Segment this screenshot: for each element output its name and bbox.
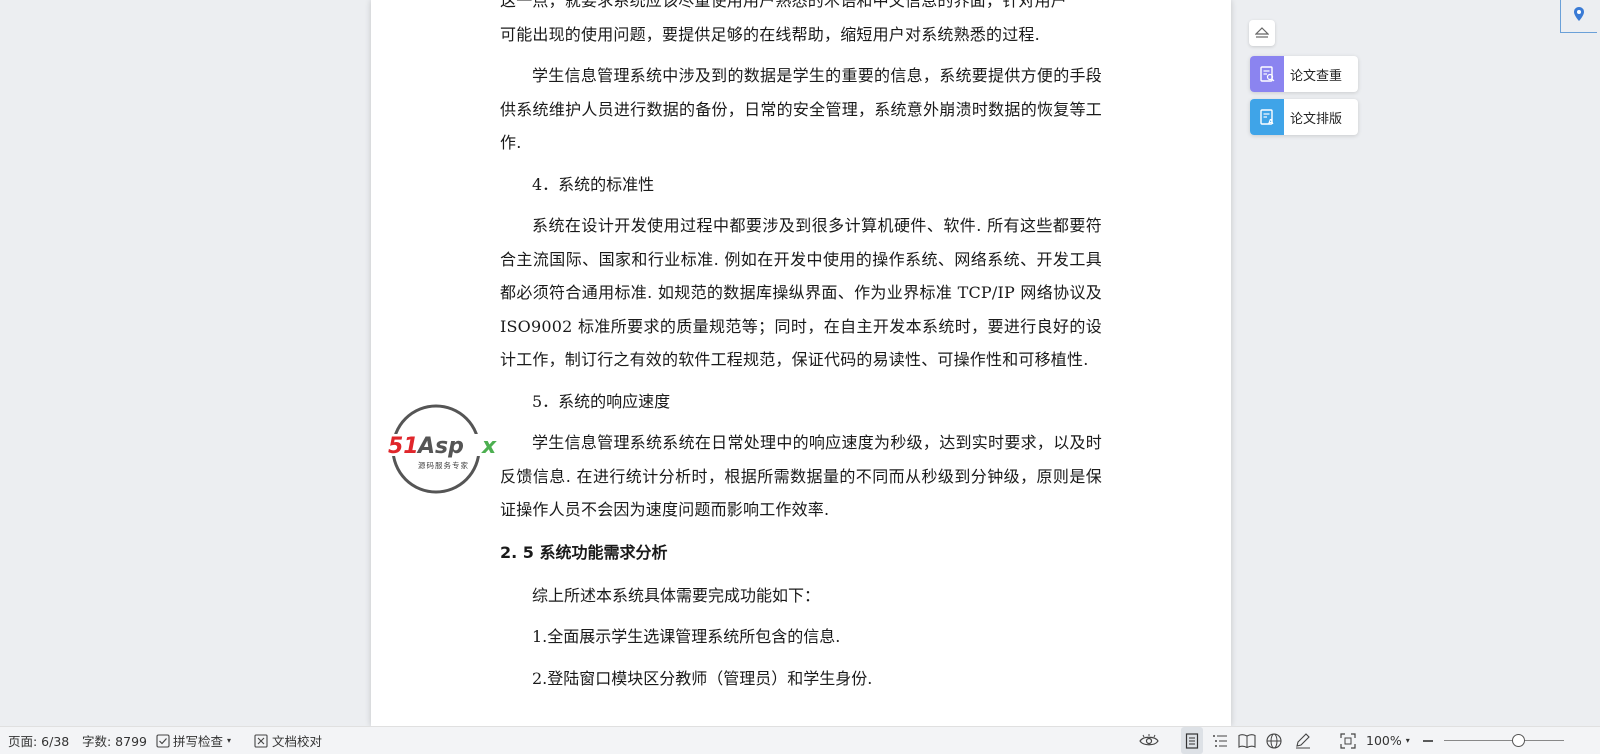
status-bar: 页面: 6/38 字数: 8799 拼写检查 ▾ 文档校对 100% ▾ xyxy=(0,726,1600,754)
paragraph-usability: 这一点，就要求系统应该尽量使用用户熟悉的术语和中文信息的界面，针对用户 可能出现… xyxy=(500,0,1102,51)
proofread-label: 文档校对 xyxy=(272,734,323,749)
svg-text:A: A xyxy=(1268,118,1274,126)
svg-text:x: x xyxy=(481,434,497,459)
paragraph-summary: 综上所述本系统具体需要完成功能如下： xyxy=(532,585,821,605)
outline-view-button[interactable] xyxy=(1212,727,1228,754)
paper-check-button[interactable]: 论文查重 xyxy=(1250,56,1358,92)
location-pin-icon xyxy=(1573,6,1585,26)
paper-format-label: 论文排版 xyxy=(1290,111,1343,127)
write-mode-button[interactable] xyxy=(1294,727,1312,754)
list-item: 2.登陆窗口模块区分教师（管理员）和学生身份. xyxy=(532,668,873,688)
paper-format-icon: A xyxy=(1250,99,1284,135)
document-page[interactable]: 这一点，就要求系统应该尽量使用用户熟悉的术语和中文信息的界面，针对用户 可能出现… xyxy=(371,0,1231,726)
spell-check-label: 拼写检查 xyxy=(173,734,224,749)
fit-page-button[interactable] xyxy=(1340,727,1356,754)
fit-screen-icon xyxy=(1340,732,1356,749)
page-indicator[interactable]: 页面: 6/38 xyxy=(8,727,69,754)
list-item: 1.全面展示学生选课管理系统所包含的信息. xyxy=(532,627,841,646)
eye-icon xyxy=(1139,733,1159,748)
minus-icon xyxy=(1422,735,1434,747)
proofread-icon xyxy=(254,733,268,748)
eject-icon xyxy=(1254,24,1270,43)
paragraph-speed: 学生信息管理系统系统在日常处理中的响应速度为秒级，达到实时要求，以及时反馈信息.… xyxy=(500,433,1102,519)
spell-check-button[interactable]: 拼写检查 ▾ xyxy=(156,727,231,754)
zoom-level-dropdown[interactable]: 100% ▾ xyxy=(1366,727,1410,754)
document-body[interactable]: 这一点，就要求系统应该尽量使用用户熟悉的术语和中文信息的界面，针对用户 可能出现… xyxy=(500,0,1102,695)
paper-check-icon xyxy=(1250,56,1284,92)
watermark-logo: 51 Asp x 源码服务专家 xyxy=(388,404,518,496)
zoom-slider-handle[interactable] xyxy=(1512,734,1525,747)
web-view-button[interactable] xyxy=(1266,727,1282,754)
paragraph-backup: 学生信息管理系统中涉及到的数据是学生的重要的信息，系统要提供方便的手段供系统维护… xyxy=(500,66,1102,152)
svg-text:Asp: Asp xyxy=(416,434,464,459)
reading-view-button[interactable] xyxy=(1238,727,1256,754)
paragraph-line: 可能出现的使用问题，要提供足够的在线帮助，缩短用户对系统熟悉的过程. xyxy=(500,24,1040,44)
heading-standard: 4．系统的标准性 xyxy=(532,174,655,194)
paper-format-button[interactable]: A 论文排版 xyxy=(1250,99,1358,135)
location-pin-button[interactable] xyxy=(1560,0,1597,33)
heading-response-speed: 5．系统的响应速度 xyxy=(532,391,671,411)
zoom-slider-track[interactable] xyxy=(1444,740,1564,741)
page-view-icon xyxy=(1185,732,1199,749)
zoom-out-button[interactable] xyxy=(1422,727,1434,754)
section-title: 2. 5 系统功能需求分析 xyxy=(500,542,668,562)
book-icon xyxy=(1238,733,1256,748)
globe-icon xyxy=(1266,732,1282,749)
zoom-level: 100% xyxy=(1366,733,1402,748)
watermark-tagline: 源码服务专家 xyxy=(418,461,469,470)
eye-protection-button[interactable] xyxy=(1139,727,1159,754)
proofread-button[interactable]: 文档校对 xyxy=(254,727,322,754)
pen-icon xyxy=(1294,732,1312,749)
spell-check-icon xyxy=(156,733,170,748)
paper-check-label: 论文查重 xyxy=(1290,68,1343,84)
outline-icon xyxy=(1212,734,1228,748)
dropdown-arrow-icon: ▾ xyxy=(1405,736,1410,745)
paragraph-standard: 系统在设计开发使用过程中都要涉及到很多计算机硬件、软件. 所有这些都要符合主流国… xyxy=(500,216,1102,369)
page-view-button[interactable] xyxy=(1181,727,1203,754)
svg-text:51: 51 xyxy=(388,434,419,459)
dropdown-arrow-icon: ▾ xyxy=(227,736,232,745)
paragraph-line: 这一点，就要求系统应该尽量使用用户熟悉的术语和中文信息的界面，针对用户 xyxy=(500,0,1068,10)
word-count[interactable]: 字数: 8799 xyxy=(82,727,147,754)
collapse-panel-button[interactable] xyxy=(1249,20,1275,46)
